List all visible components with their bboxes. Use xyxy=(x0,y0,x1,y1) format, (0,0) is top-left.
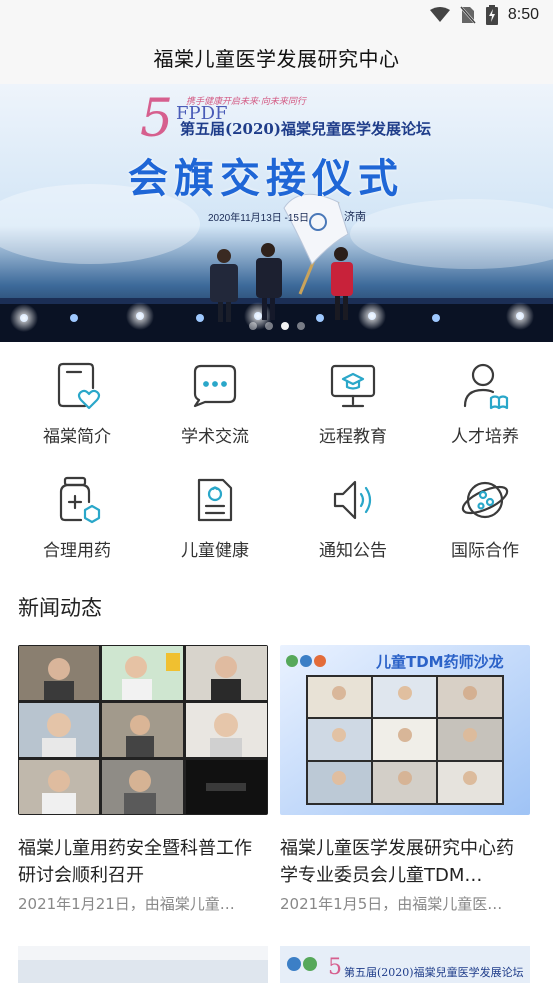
banner-date: 2020年11月13日 -15日 xyxy=(208,213,309,224)
news-section-title: 新闻动态 xyxy=(18,596,102,620)
battery-charging-icon xyxy=(485,5,498,25)
nav-item-intro[interactable]: 福棠简介 xyxy=(8,352,146,457)
carousel-dot[interactable] xyxy=(296,322,305,330)
status-bar: 8:50 xyxy=(0,0,553,30)
chat-bubbles-icon xyxy=(193,364,237,408)
carousel-dot[interactable] xyxy=(264,322,273,330)
status-time: 8:50 xyxy=(507,6,539,23)
nav-label: 人才培养 xyxy=(451,427,519,447)
news-thumbnail: 儿童TDM药师沙龙 xyxy=(280,645,530,815)
no-sim-icon xyxy=(459,6,476,24)
news-thumbnail xyxy=(18,645,268,815)
svg-text:5: 5 xyxy=(328,955,342,980)
nav-item-child-health[interactable]: 儿童健康 xyxy=(146,466,284,571)
speaker-icon xyxy=(333,480,372,520)
banner-forum-title: 第五届(2020)福棠兒童医学发展论坛 xyxy=(180,120,431,138)
nav-label: 合理用药 xyxy=(43,541,111,561)
news-card-peek[interactable] xyxy=(18,946,268,983)
nav-item-remote-education[interactable]: 远程教育 xyxy=(284,352,422,457)
nav-item-international[interactable]: 国际合作 xyxy=(416,466,553,571)
wifi-icon xyxy=(429,7,450,22)
page-title: 福棠儿童医学发展研究中心 xyxy=(153,46,400,71)
nav-label: 国际合作 xyxy=(451,541,519,561)
app-header: 福棠儿童医学发展研究中心 xyxy=(0,30,553,84)
tablet-heart-icon xyxy=(57,362,101,410)
banner-city: 济南 xyxy=(344,211,366,223)
news-thumb-banner: 儿童TDM药师沙龙 xyxy=(376,653,504,671)
nav-item-academic[interactable]: 学术交流 xyxy=(146,352,284,457)
carousel-indicators xyxy=(0,322,553,330)
monitor-graduation-icon xyxy=(330,364,376,408)
news-title: 福棠儿童医学发展研究中心药学专业委员会儿童TDM… xyxy=(280,838,514,886)
status-icons: 8:50 xyxy=(429,5,539,25)
news-card[interactable]: 福棠儿童用药安全暨科普工作研讨会顺利召开 2021年1月21日，由福棠儿童… xyxy=(18,645,268,914)
nav-item-talent[interactable]: 人才培养 xyxy=(416,352,553,457)
banner-headline: 会旗交接仪式 xyxy=(128,156,404,202)
news-card-peek[interactable]: 5 第五届(2020)福棠兒童医学发展论坛 xyxy=(280,946,530,983)
nav-label: 儿童健康 xyxy=(181,541,249,561)
nav-label: 福棠简介 xyxy=(43,427,111,447)
nav-item-medication[interactable]: 合理用药 xyxy=(8,466,146,571)
peek-forum-title: 第五届(2020)福棠兒童医学发展论坛 xyxy=(344,966,524,979)
medicine-bottle-icon xyxy=(59,476,101,524)
video-conference-image xyxy=(18,645,268,815)
news-card[interactable]: 儿童TDM药师沙龙 福棠儿童医学发展研究中心药学专业委员会儿童TDM… 2021… xyxy=(280,645,530,914)
banner-carousel[interactable]: 5 携手健康开启未来·向未来同行 FPDF 第五届(2020)福棠兒童医学发展论… xyxy=(0,84,553,342)
nav-label: 远程教育 xyxy=(319,427,387,447)
carousel-dot-active[interactable] xyxy=(280,322,289,330)
news-meta: 2021年1月21日，由福棠儿童… xyxy=(18,895,235,913)
child-document-icon xyxy=(197,478,233,522)
news-meta: 2021年1月5日，由福棠儿童医… xyxy=(280,895,503,913)
nav-label: 学术交流 xyxy=(181,427,249,447)
nav-item-notices[interactable]: 通知公告 xyxy=(284,466,422,571)
person-book-icon xyxy=(463,363,509,410)
globe-icon xyxy=(461,481,509,519)
news-thumbnail-partial xyxy=(18,946,268,983)
carousel-dot[interactable] xyxy=(248,322,257,330)
nav-label: 通知公告 xyxy=(319,541,387,561)
svg-text:5: 5 xyxy=(140,89,173,149)
news-title: 福棠儿童用药安全暨科普工作研讨会顺利召开 xyxy=(18,838,252,886)
